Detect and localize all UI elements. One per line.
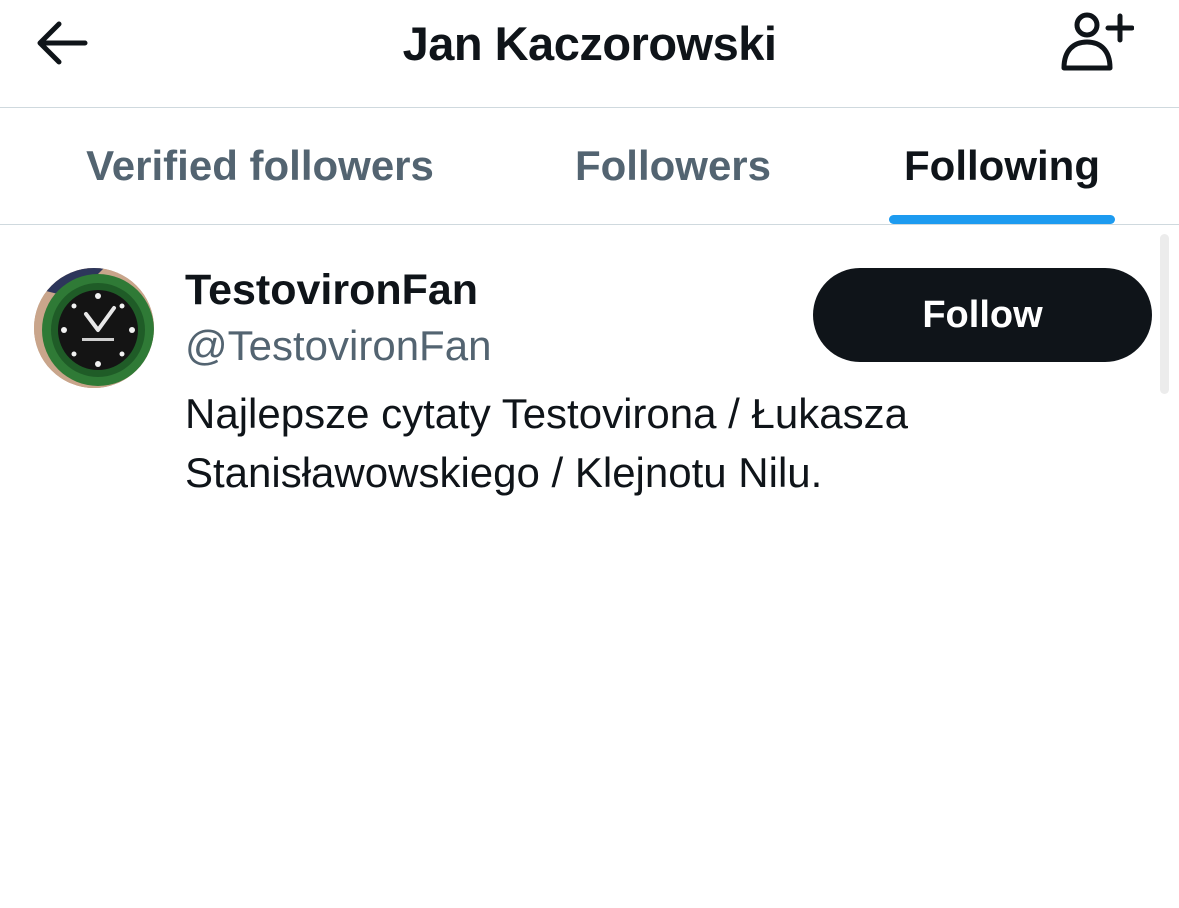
follow-button[interactable]: Follow: [813, 268, 1152, 362]
wristwatch-avatar: [34, 268, 154, 388]
tab-followers[interactable]: Followers: [540, 108, 806, 224]
tab-verified-followers[interactable]: Verified followers: [40, 108, 480, 224]
tab-following[interactable]: Following: [872, 108, 1132, 224]
top-bar: Jan Kaczorowski: [0, 0, 1179, 108]
user-bio: Najlepsze cytaty Testovirona / Łukasza S…: [185, 390, 908, 496]
app-window: Jan Kaczorowski Verified followers Follo…: [0, 0, 1179, 908]
user-handle[interactable]: @TestovironFan: [185, 322, 491, 370]
active-tab-indicator: [889, 215, 1115, 224]
add-user-button[interactable]: [1056, 8, 1138, 74]
scrollbar[interactable]: [1160, 234, 1169, 394]
tab-bar: Verified followers Followers Following: [0, 108, 1179, 225]
list-item[interactable]: TestovironFan @TestovironFan Follow Najl…: [0, 226, 1179, 526]
avatar[interactable]: [34, 268, 154, 388]
person-add-icon: [1061, 12, 1134, 71]
user-name[interactable]: TestovironFan: [185, 266, 478, 315]
page-title: Jan Kaczorowski: [402, 17, 777, 70]
